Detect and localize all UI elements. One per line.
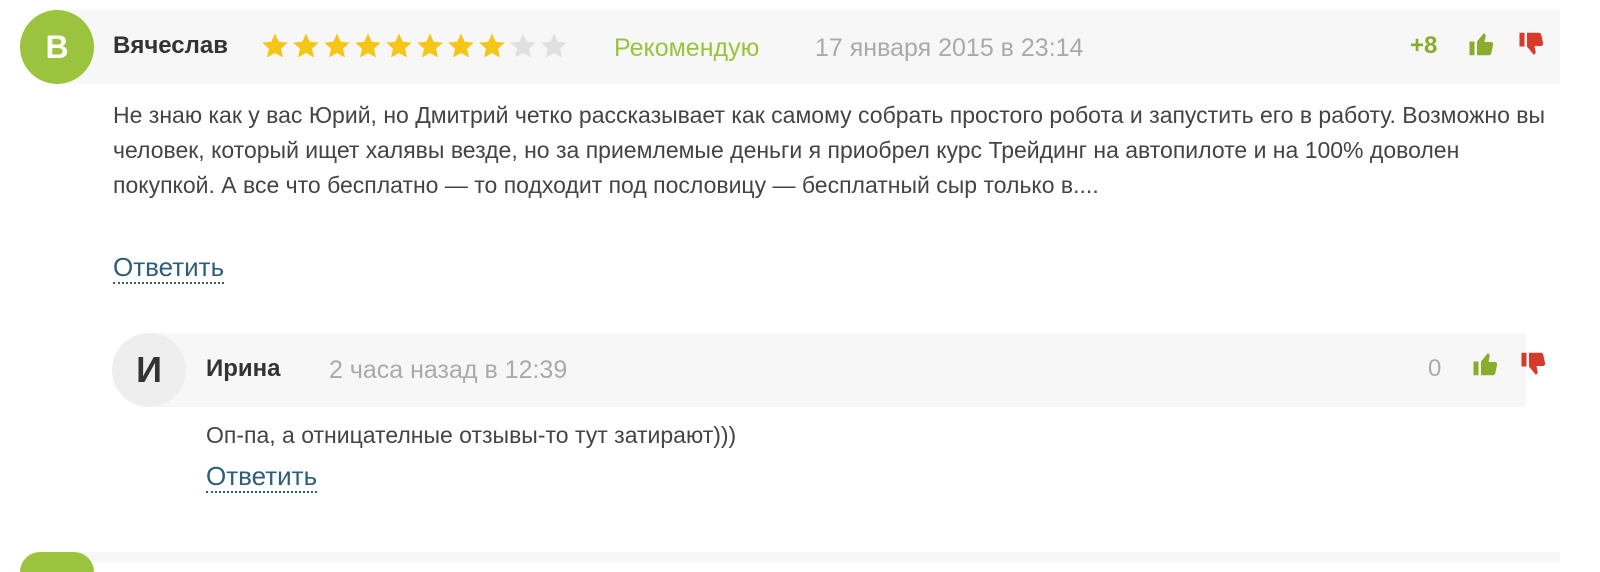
reply-link[interactable]: Ответить [206,461,318,493]
thumbs-up-icon[interactable] [1467,29,1497,59]
comment-date: 2 часа назад в 12:39 [329,356,568,384]
comment-text: Не знаю как у вас Юрий, но Дмитрий четко… [113,102,1546,198]
author-name: Вячеслав [113,32,228,59]
star-filled-icon [415,31,446,61]
star-rating [260,31,570,61]
recommend-label: Рекомендую [614,34,760,62]
reply-link[interactable]: Ответить [113,252,225,284]
avatar: В [20,10,94,84]
comment-header [57,552,1560,562]
star-empty-icon [539,31,570,61]
star-filled-icon [446,31,477,61]
vote-score: +8 [1410,32,1438,59]
star-filled-icon [291,31,322,61]
star-filled-icon [322,31,353,61]
comment-date: 17 января 2015 в 23:14 [815,34,1084,62]
vote-score: 0 [1428,355,1442,382]
star-filled-icon [353,31,384,61]
star-filled-icon [477,31,508,61]
comment-text: Оп-па, а отницателные отзывы-то тут зати… [206,422,737,448]
avatar [20,552,94,572]
avatar: И [112,333,186,407]
thumbs-down-icon[interactable] [1517,29,1547,59]
thumbs-down-icon[interactable] [1519,349,1549,379]
star-filled-icon [384,31,415,61]
author-name: Ирина [206,355,281,382]
thumbs-up-icon[interactable] [1471,349,1501,379]
star-empty-icon [508,31,539,61]
star-filled-icon [260,31,291,61]
